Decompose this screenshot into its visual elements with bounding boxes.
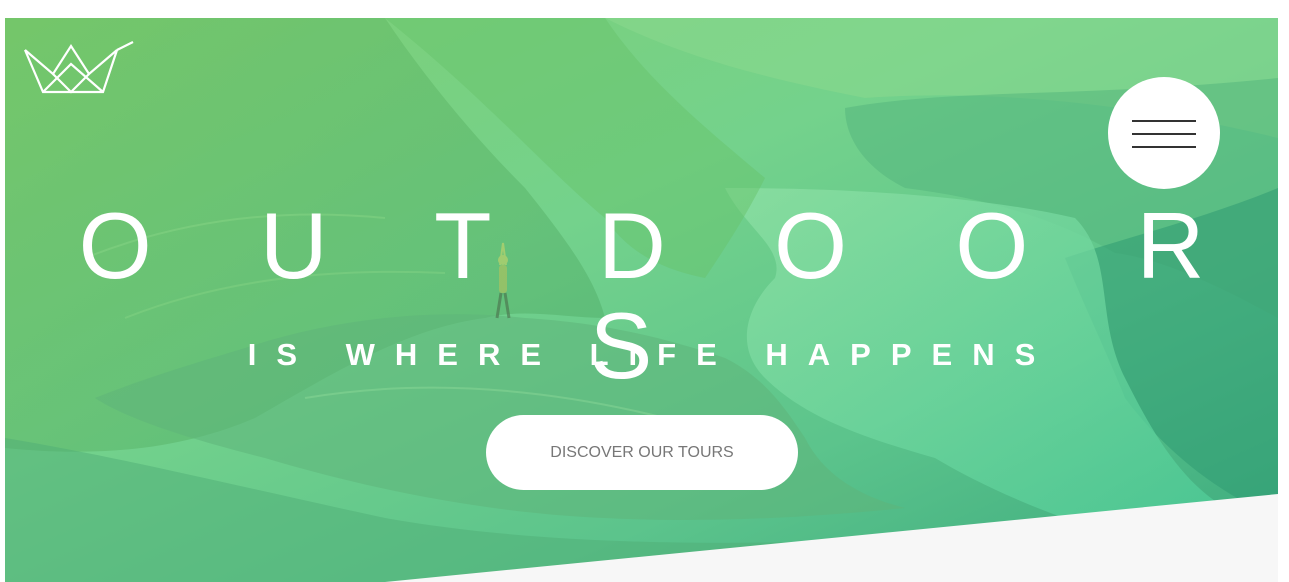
page: O U T D O O R S IS WHERE LIFE HAPPENS DI…	[0, 0, 1289, 582]
hamburger-menu-button[interactable]	[1108, 77, 1220, 189]
hero-subheading: IS WHERE LIFE HAPPENS	[247, 337, 1056, 372]
crown-logo-icon[interactable]	[23, 38, 135, 98]
discover-tours-button[interactable]: DISCOVER OUR TOURS	[486, 415, 798, 490]
hamburger-menu-icon	[1132, 120, 1196, 122]
hamburger-menu-icon-line	[1132, 146, 1196, 148]
hero-section: O U T D O O R S IS WHERE LIFE HAPPENS DI…	[5, 18, 1278, 582]
hamburger-menu-icon-line	[1132, 133, 1196, 135]
